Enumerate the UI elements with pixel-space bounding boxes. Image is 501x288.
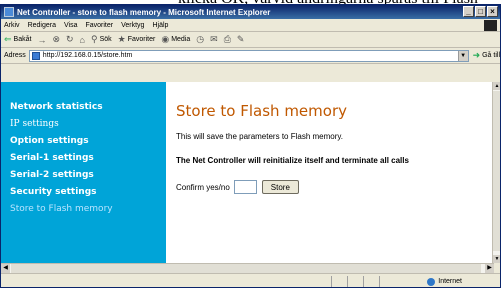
info-text: This will save the parameters to Flash m… xyxy=(176,132,344,141)
refresh-icon: ↻ xyxy=(66,34,74,44)
menu-tools[interactable]: Verktyg xyxy=(121,22,144,29)
back-label: Bakåt xyxy=(13,36,32,43)
search-button[interactable]: ⚲ Sök xyxy=(91,34,112,45)
print-icon: ⎙ xyxy=(223,34,231,44)
sidebar-item-serial-2-settings[interactable]: Serial-2 settings xyxy=(10,170,166,180)
menu-favorites[interactable]: Favoriter xyxy=(85,22,113,29)
page-icon xyxy=(31,51,40,60)
go-button[interactable]: ➜ Gå till xyxy=(473,50,500,61)
favorites-label: Favoriter xyxy=(127,36,156,43)
forward-button[interactable]: → xyxy=(37,35,46,45)
forward-arrow-icon: → xyxy=(37,34,47,45)
scroll-left-icon[interactable]: ◀ xyxy=(1,264,10,273)
close-button[interactable]: × xyxy=(487,6,498,17)
menu-view[interactable]: Visa xyxy=(64,22,78,29)
browser-window: Net Controller - store to flash memory -… xyxy=(0,4,501,288)
favorites-icon: ★ xyxy=(117,34,126,44)
search-label: Sök xyxy=(99,36,112,43)
search-icon: ⚲ xyxy=(90,34,98,44)
menu-bar: Arkiv Redigera Visa Favoriter Verktyg Hj… xyxy=(1,19,500,32)
warning-text: The Net Controller will reinitialize its… xyxy=(176,156,409,165)
windows-logo-icon xyxy=(484,20,497,31)
confirm-label: Confirm yes/no xyxy=(176,182,230,192)
menu-help[interactable]: Hjälp xyxy=(152,22,168,29)
minimize-button[interactable]: _ xyxy=(463,6,474,17)
media-icon: ◉ xyxy=(161,34,170,44)
status-cell xyxy=(363,275,379,287)
refresh-button[interactable]: ↻ xyxy=(66,34,74,45)
address-url: http://192.168.0.15/store.htm xyxy=(42,52,133,59)
maximize-button[interactable]: □ xyxy=(475,6,486,17)
sidebar-item-network-statistics[interactable]: Network statistics xyxy=(10,102,166,112)
media-button[interactable]: ◉ Media xyxy=(161,34,190,45)
address-label: Adress xyxy=(4,52,26,59)
store-button[interactable]: Store xyxy=(261,180,299,194)
title-bar: Net Controller - store to flash memory -… xyxy=(1,5,500,19)
menu-edit[interactable]: Redigera xyxy=(28,22,56,29)
home-button[interactable]: ⌂ xyxy=(80,35,85,45)
vertical-scroll-thumb[interactable] xyxy=(493,91,500,251)
address-dropdown-icon[interactable]: ▼ xyxy=(457,50,468,61)
scroll-up-icon[interactable]: ▲ xyxy=(493,82,500,90)
horizontal-scrollbar[interactable]: ◀ ▶ xyxy=(1,263,494,273)
window-title: Net Controller - store to flash memory -… xyxy=(17,7,271,17)
print-button[interactable]: ⎙ xyxy=(224,34,231,45)
scroll-right-icon[interactable]: ▶ xyxy=(485,264,494,273)
confirm-form: Confirm yes/no Store xyxy=(176,180,494,194)
edit-button[interactable]: ✎ xyxy=(237,34,245,45)
edit-icon: ✎ xyxy=(236,34,245,44)
media-label: Media xyxy=(171,36,191,43)
horizontal-scroll-thumb[interactable] xyxy=(11,264,481,273)
favorites-button[interactable]: ★ Favoriter xyxy=(118,34,156,45)
ie-icon xyxy=(4,7,14,17)
stop-icon: ⊗ xyxy=(52,34,60,44)
address-bar: Adress http://192.168.0.15/store.htm ▼ ➜… xyxy=(1,48,500,64)
confirm-input[interactable] xyxy=(233,180,257,194)
internet-globe-icon xyxy=(427,277,436,286)
sidebar-item-store-to-flash[interactable]: Store to Flash memory xyxy=(10,204,166,214)
back-button[interactable]: ⇐ Bakåt xyxy=(4,34,31,45)
status-bar: Internet xyxy=(1,273,500,287)
page-content: Network statistics IP settings Option se… xyxy=(1,82,494,263)
status-cell xyxy=(347,275,363,287)
history-button[interactable]: ◷ xyxy=(196,34,204,45)
go-arrow-icon: ➜ xyxy=(472,50,481,60)
toolbar: ⇐ Bakåt → ⊗ ↻ ⌂ ⚲ Sök ★ Favoriter ◉ Medi… xyxy=(1,32,500,48)
sidebar-item-serial-1-settings[interactable]: Serial-1 settings xyxy=(10,153,166,163)
scroll-down-icon[interactable]: ▼ xyxy=(493,255,500,263)
history-icon: ◷ xyxy=(196,34,205,44)
sidebar-item-ip-settings[interactable]: IP settings xyxy=(10,119,166,129)
sidebar-item-security-settings[interactable]: Security settings xyxy=(10,187,166,197)
status-cell xyxy=(331,275,347,287)
page-title: Store to Flash memory xyxy=(176,102,347,120)
mail-button[interactable]: ✉ xyxy=(210,34,218,45)
home-icon: ⌂ xyxy=(79,34,85,45)
vertical-scrollbar[interactable]: ▲ ▼ xyxy=(492,82,500,263)
stop-button[interactable]: ⊗ xyxy=(52,34,60,45)
sidebar: Network statistics IP settings Option se… xyxy=(1,82,166,263)
go-label: Gå till xyxy=(482,52,501,59)
menu-file[interactable]: Arkiv xyxy=(4,22,20,29)
security-zone: Internet xyxy=(427,277,462,286)
main-panel: Store to Flash memory This will save the… xyxy=(166,82,494,263)
zone-label: Internet xyxy=(438,278,462,285)
status-cell xyxy=(379,275,395,287)
window-controls: _ □ × xyxy=(463,6,498,17)
back-arrow-icon: ⇐ xyxy=(4,34,12,44)
mail-icon: ✉ xyxy=(210,34,218,44)
address-input[interactable]: http://192.168.0.15/store.htm ▼ xyxy=(28,49,469,62)
sidebar-item-option-settings[interactable]: Option settings xyxy=(10,136,166,146)
